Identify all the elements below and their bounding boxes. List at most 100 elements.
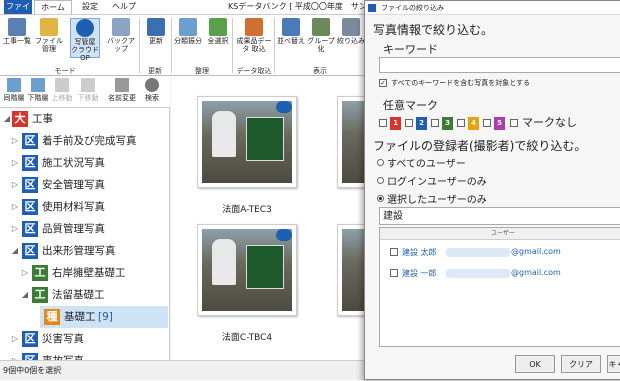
keyword-input[interactable] <box>379 57 620 73</box>
cloud-icon <box>276 229 292 241</box>
group-icon <box>312 18 330 36</box>
expand-icon[interactable]: ▷ <box>10 218 20 240</box>
tree-item[interactable]: ▷ 区使用材料写真 <box>0 196 168 218</box>
tree-item[interactable]: ▷ 区着手前及び完成写真 <box>0 130 168 152</box>
import-data-button[interactable]: 成果品データ 取込 <box>236 18 272 58</box>
mark-2-checkbox[interactable] <box>405 119 413 127</box>
same-level-button[interactable]: 同階層 <box>2 78 26 106</box>
expand-icon[interactable]: ▷ <box>10 328 20 350</box>
backup-button[interactable]: バックアップ <box>106 18 136 58</box>
sub-level-button[interactable]: 下階層 <box>26 78 50 106</box>
tree-label: 災害写真 <box>42 333 84 345</box>
rename-button[interactable]: 名前変更 <box>106 78 138 106</box>
group-mode: モード <box>54 67 76 75</box>
photo-thumbnail[interactable] <box>197 96 297 188</box>
import-icon <box>245 18 263 36</box>
tree-label: 品質管理写真 <box>42 223 105 235</box>
expand-icon[interactable]: ▷ <box>10 130 20 152</box>
user-checkbox[interactable] <box>390 269 398 277</box>
clear-button[interactable]: クリア <box>561 355 601 373</box>
mark-3-checkbox[interactable] <box>431 119 439 127</box>
ok-button[interactable]: OK <box>515 355 555 373</box>
mark-4-checkbox[interactable] <box>457 119 465 127</box>
user-name: 建設 太郎 <box>402 248 437 257</box>
tree-item[interactable]: ▷ 区施工状況写真 <box>0 152 168 174</box>
group-button[interactable]: グループ化 <box>306 18 336 58</box>
select-all-button[interactable]: 全選択 <box>203 18 233 58</box>
tree-item[interactable]: ◢ 工法留基礎工 <box>0 284 168 306</box>
tree-item[interactable]: ◢ 区出来形管理写真 <box>0 240 168 262</box>
tree-item[interactable]: ▷ 区災害写真 <box>0 328 168 350</box>
section-photo-heading: 写真情報で絞り込む。 <box>373 23 494 37</box>
grid-icon <box>179 18 197 36</box>
mark-5-icon: 5 <box>494 117 505 130</box>
cancel-button[interactable]: キャ <box>607 355 620 373</box>
arrow-up-icon <box>55 78 69 92</box>
tree-item[interactable]: ▷ 工右岸擁壁基礎工 <box>0 262 168 284</box>
search-icon <box>145 78 159 92</box>
expand-icon[interactable]: ▷ <box>10 196 20 218</box>
mark-5-checkbox[interactable] <box>483 119 491 127</box>
selected-users-radio[interactable] <box>377 195 384 202</box>
move-down-button[interactable]: 下移動 <box>76 78 100 106</box>
classify-button[interactable]: 分類振分 <box>173 18 203 58</box>
tree-badge: 大 <box>12 111 28 127</box>
tab-home[interactable]: ホーム <box>34 0 72 14</box>
user-search-input[interactable]: 建設 <box>379 207 620 225</box>
no-mark-checkbox[interactable] <box>510 119 518 127</box>
tree-badge: 区 <box>22 155 38 171</box>
file-manage-button[interactable]: ファイル管理 <box>34 18 64 58</box>
all-users-radio[interactable] <box>377 159 384 166</box>
tree-item[interactable]: ▷ 区品質管理写真 <box>0 218 168 240</box>
app-icon <box>368 4 376 12</box>
tab-file[interactable]: ファイル <box>4 0 32 25</box>
search-button[interactable]: 検索 <box>140 78 164 106</box>
email-redaction <box>446 248 510 257</box>
cloud-op-button[interactable]: 写管屋 クラウドOP <box>70 18 100 62</box>
dialog-title: ファイルの絞り込み <box>365 1 620 15</box>
sort-button[interactable]: 並べ替え <box>276 18 306 58</box>
expand-icon[interactable]: ▷ <box>20 262 30 284</box>
tree-item-selected[interactable]: 種基礎工 [9] <box>40 306 168 328</box>
tab-help[interactable]: ヘルプ <box>110 0 138 14</box>
tree-item[interactable]: ▷ 区安全管理写真 <box>0 174 168 196</box>
user-search-value: 建設 <box>383 211 403 222</box>
user-checkbox[interactable] <box>390 248 398 256</box>
login-user-radio[interactable] <box>377 177 384 184</box>
tree-item[interactable]: ◢ 大工事 <box>0 108 168 130</box>
check-all-icon <box>209 18 227 36</box>
blackboard <box>246 117 284 161</box>
tree-label: 右岸擁壁基礎工 <box>52 267 126 279</box>
update-button[interactable]: 更新 <box>141 18 171 58</box>
worker-figure <box>212 111 236 157</box>
tree-badge: 工 <box>32 287 48 303</box>
tree-badge: 工 <box>32 265 48 281</box>
filter-button[interactable]: 絞り込み <box>336 18 366 58</box>
mark-4-icon: 4 <box>468 117 479 130</box>
tree-badge: 種 <box>44 309 60 325</box>
user-email-suffix: @gmail.com <box>511 247 561 256</box>
move-up-button[interactable]: 上移動 <box>50 78 74 106</box>
sort-icon <box>282 18 300 36</box>
construction-list-button[interactable]: 工事一覧 <box>2 18 32 58</box>
expand-icon[interactable]: ▷ <box>10 152 20 174</box>
mark-3-icon: 3 <box>442 117 453 130</box>
user-email-suffix: @gmail.com <box>511 268 561 277</box>
tab-settings[interactable]: 設定 <box>76 0 104 14</box>
arrow-down-icon <box>81 78 95 92</box>
tree-badge: 区 <box>22 243 38 259</box>
tree-item[interactable]: ▷区事故写真 <box>0 350 168 360</box>
collapse-icon[interactable]: ◢ <box>10 240 20 262</box>
collapse-icon[interactable]: ◢ <box>2 108 12 130</box>
database-icon <box>112 18 130 36</box>
filter-icon <box>342 18 360 36</box>
expand-icon[interactable]: ▷ <box>10 350 20 360</box>
all-keywords-checkbox[interactable]: ✓ <box>379 79 387 87</box>
worker-figure <box>212 239 236 285</box>
photo-thumbnail[interactable] <box>197 224 297 316</box>
tree-label: 工事 <box>32 113 53 125</box>
collapse-icon[interactable]: ◢ <box>20 284 30 306</box>
mark-1-checkbox[interactable] <box>379 119 387 127</box>
expand-icon[interactable]: ▷ <box>10 174 20 196</box>
photo-caption: 法面C-TBC4 <box>221 333 273 343</box>
